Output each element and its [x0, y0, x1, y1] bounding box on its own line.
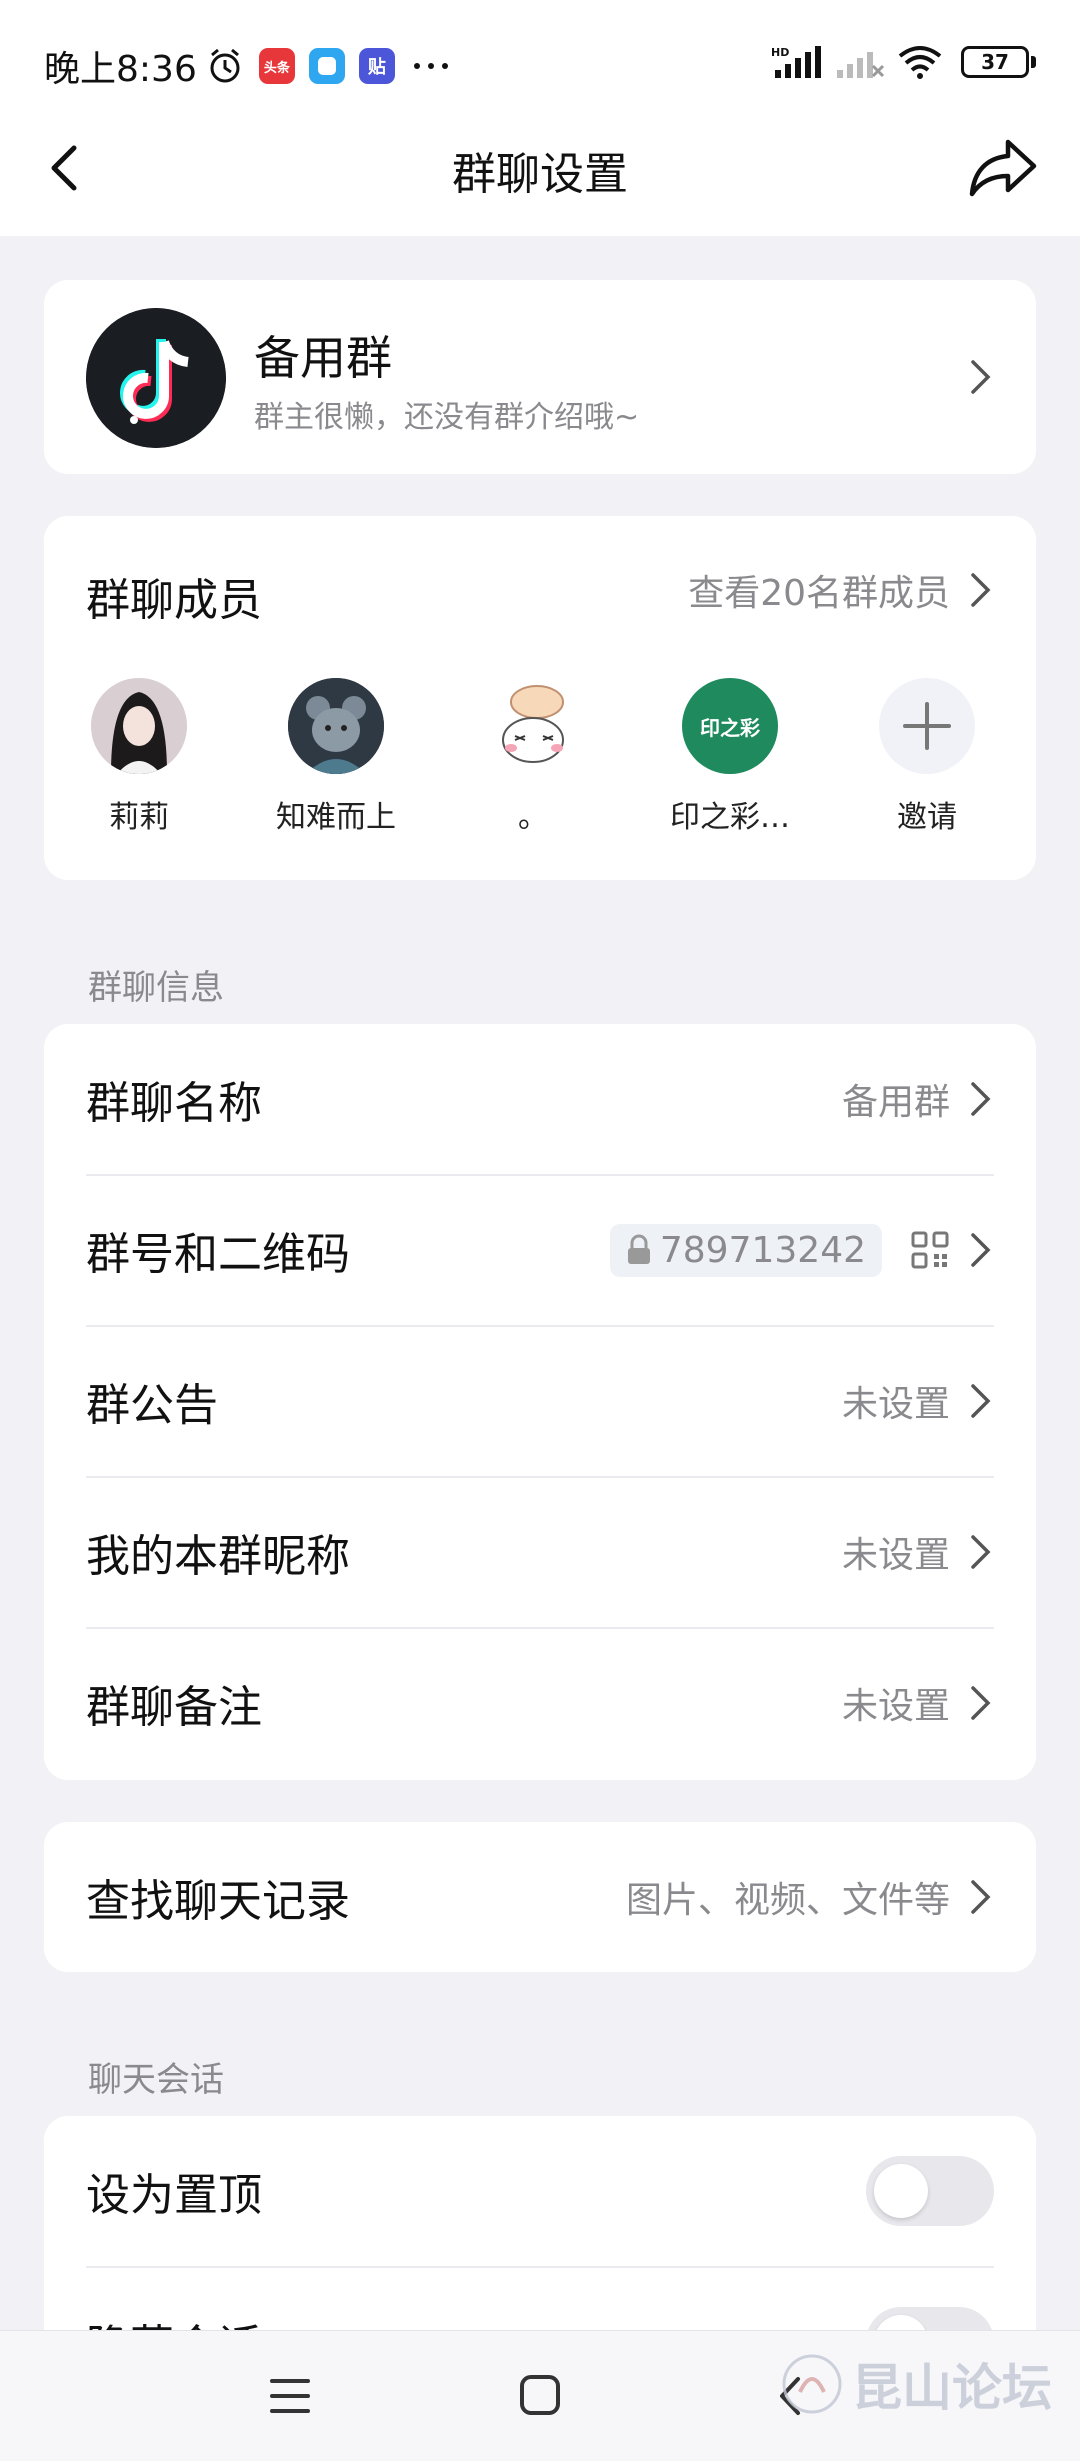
- watermark: 昆山论坛: [780, 2348, 1052, 2420]
- tiktok-logo-icon: [86, 308, 226, 448]
- chevron-right-icon: [971, 360, 991, 394]
- home-icon[interactable]: [518, 2373, 562, 2417]
- member-logo-text: 印之彩: [700, 715, 760, 740]
- tieba-app-icon-label: 贴: [367, 57, 386, 78]
- row-label: 群号和二维码: [86, 1229, 350, 1280]
- member-item[interactable]: 印之彩 印之彩…: [645, 678, 815, 836]
- nav-bar: 群聊设置: [0, 100, 1080, 236]
- member-photo-icon: [288, 678, 384, 774]
- plus-icon: [903, 702, 951, 750]
- group-description: 群主很懒，还没有群介绍哦~: [254, 400, 640, 435]
- svg-text:HD: HD: [771, 46, 789, 59]
- lock-icon: [627, 1234, 650, 1264]
- row-right: 未设置: [842, 1677, 994, 1729]
- watermark-seal-icon: [782, 2354, 842, 2414]
- member-avatar: [288, 678, 384, 774]
- invite-member-button[interactable]: 邀请: [842, 678, 1012, 836]
- member-cat-sticker-icon: [485, 678, 581, 774]
- wifi-icon: [898, 46, 942, 79]
- group-remark-row[interactable]: 群聊备注 未设置: [86, 1628, 994, 1778]
- chevron-right-icon: [971, 573, 991, 607]
- row-value: 未设置: [841, 1686, 950, 1727]
- member-avatar: [485, 678, 581, 774]
- chevron-right-icon: [971, 1233, 991, 1267]
- members-card: 群聊成员 查看20名群成员 莉莉 知难而上 。 印之彩 印之彩… 邀请: [44, 516, 1036, 880]
- member-item[interactable]: 知难而上: [251, 678, 421, 836]
- group-number: 789713242: [659, 1229, 866, 1271]
- more-notifications-icon: [413, 63, 448, 69]
- status-time: 晚上8:36: [44, 49, 197, 90]
- group-profile-card[interactable]: 备用群 群主很懒，还没有群介绍哦~: [44, 280, 1036, 474]
- view-all-members-label: 查看20名群成员: [688, 573, 950, 614]
- row-value: 图片、视频、文件等: [625, 1880, 950, 1921]
- toutiao-app-icon: 头条: [258, 48, 295, 84]
- battery-level: 37: [981, 50, 1009, 74]
- toggle-knob: [874, 2164, 928, 2218]
- group-number-qr-row[interactable]: 群号和二维码 789713242: [86, 1175, 994, 1325]
- group-avatar[interactable]: [86, 308, 226, 448]
- alarm-icon: [210, 48, 240, 83]
- row-label: 我的本群昵称: [86, 1531, 350, 1582]
- toutiao-app-icon-label: 头条: [263, 60, 290, 76]
- battery-cap: [1031, 56, 1036, 68]
- messenger-app-icon: [308, 48, 345, 84]
- row-right: 789713242: [609, 1223, 994, 1277]
- pin-chat-row: 设为置顶: [86, 2116, 994, 2266]
- row-label: 群聊备注: [86, 1682, 262, 1733]
- pin-chat-toggle[interactable]: [866, 2156, 994, 2226]
- page-title: 群聊设置: [452, 149, 628, 200]
- row-value: 未设置: [841, 1384, 950, 1425]
- row-right: 图片、视频、文件等: [626, 1871, 994, 1923]
- members-title: 群聊成员: [86, 575, 262, 626]
- share-icon[interactable]: [968, 136, 1040, 200]
- battery-icon: 37: [961, 46, 1029, 78]
- row-right: 未设置: [842, 1375, 994, 1427]
- search-history-card: 查找聊天记录 图片、视频、文件等: [44, 1822, 1036, 1972]
- row-label: 查找聊天记录: [86, 1876, 350, 1927]
- row-right: 未设置: [842, 1526, 994, 1578]
- group-number-chip: 789713242: [609, 1223, 882, 1277]
- watermark-text: 昆山论坛: [852, 2359, 1052, 2417]
- group-announcement-row[interactable]: 群公告 未设置: [86, 1326, 994, 1476]
- status-left: 晚上8:36 头条 贴: [44, 40, 453, 92]
- messenger-app-glyph: [317, 57, 336, 75]
- invite-label: 邀请: [897, 800, 957, 835]
- member-name: 印之彩…: [670, 800, 790, 835]
- group-name: 备用群: [254, 331, 392, 385]
- view-all-members-link[interactable]: 查看20名群成员: [688, 564, 994, 616]
- menu-icon[interactable]: [268, 2375, 312, 2417]
- qr-code-icon: [911, 1231, 949, 1269]
- row-label: 群聊名称: [86, 1078, 262, 1129]
- status-right: HD 37: [771, 44, 1036, 80]
- member-avatar: [91, 678, 187, 774]
- member-item[interactable]: 莉莉: [54, 678, 224, 836]
- my-group-nickname-row[interactable]: 我的本群昵称 未设置: [86, 1477, 994, 1627]
- chevron-right-icon: [971, 1384, 991, 1418]
- chevron-right-icon: [971, 1686, 991, 1720]
- signal-no-service-icon: [837, 52, 885, 78]
- row-value: 备用群: [841, 1082, 950, 1123]
- row-label: 群公告: [86, 1380, 218, 1431]
- chevron-right-icon: [971, 1535, 991, 1569]
- row-right: 备用群: [842, 1073, 994, 1125]
- group-name-row[interactable]: 群聊名称 备用群: [86, 1024, 994, 1174]
- invite-avatar: [879, 678, 975, 774]
- chevron-right-icon: [971, 1082, 991, 1116]
- member-name: 莉莉: [109, 800, 169, 835]
- member-name: 。: [518, 800, 548, 835]
- row-value: 未设置: [841, 1535, 950, 1576]
- row-label: 设为置顶: [86, 2170, 262, 2221]
- member-name: 知难而上: [276, 800, 396, 835]
- member-item[interactable]: 。: [448, 678, 618, 836]
- signal-hd-icon: HD: [771, 46, 821, 78]
- group-info-card: 群聊名称 备用群 群号和二维码 789713242 群公告 未设置 我的本群昵称…: [44, 1024, 1036, 1780]
- section-header-group-info: 群聊信息: [88, 968, 224, 1008]
- search-chat-history-row[interactable]: 查找聊天记录 图片、视频、文件等: [86, 1822, 994, 1972]
- tieba-app-icon: 贴: [358, 48, 395, 84]
- chevron-right-icon: [971, 1880, 991, 1914]
- member-avatar: 印之彩: [682, 678, 778, 774]
- member-photo-icon: [91, 678, 187, 774]
- section-header-chat-session: 聊天会话: [88, 2060, 224, 2100]
